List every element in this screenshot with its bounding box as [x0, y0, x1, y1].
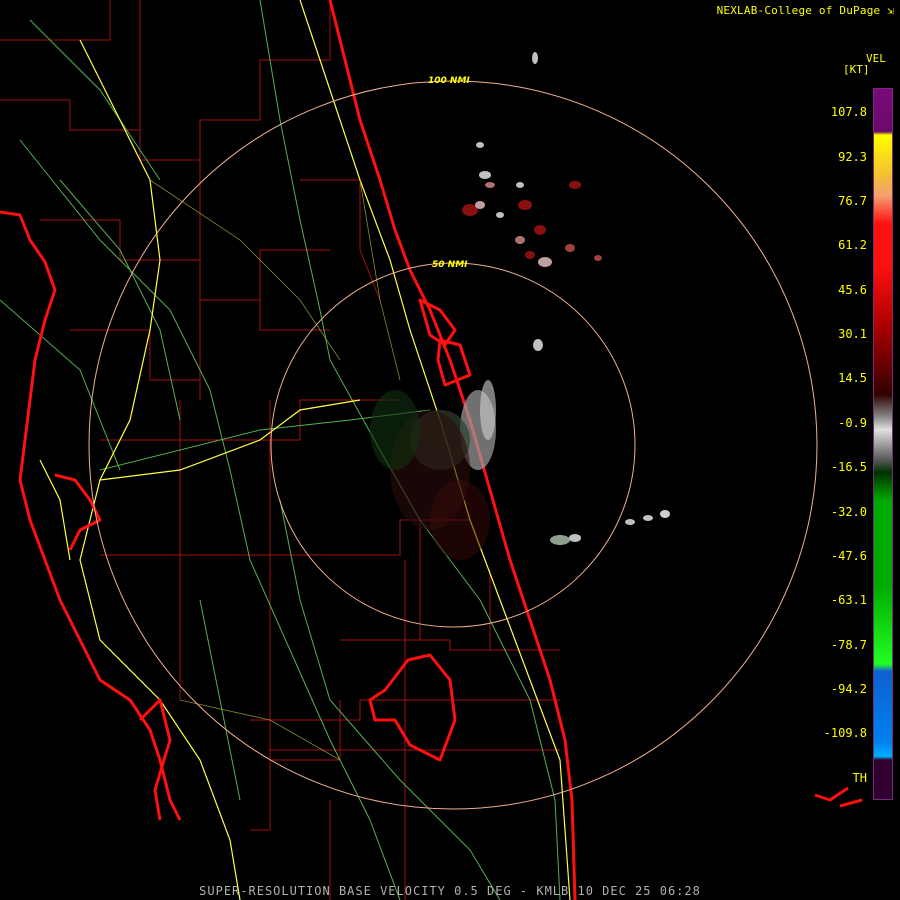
external-link-icon: ⇲: [887, 4, 894, 17]
radar-map: 100 NMI 50 NMI: [0, 0, 863, 900]
secondary-roads: [149, 179, 401, 761]
returns-near-radar: [370, 380, 496, 560]
tick-label: 14.5: [838, 371, 867, 385]
tick-label: -109.8: [823, 726, 867, 740]
velocity-returns: [370, 52, 670, 560]
tick-label: -63.1: [830, 593, 867, 607]
tick-label: 92.3: [838, 150, 867, 164]
credit-label[interactable]: NEXLAB-College of DuPage ⇲: [717, 4, 894, 17]
tick-label: -16.5: [830, 460, 867, 474]
tick-label: 45.6: [838, 283, 867, 297]
tick-label: 61.2: [838, 238, 867, 252]
tick-label-range-folded: TH: [852, 771, 867, 785]
unit-label: [KT]: [843, 63, 870, 76]
returns-northeast-cells: [462, 52, 602, 351]
returns-southeast-band: [550, 510, 670, 545]
product-footer: SUPER-RESOLUTION BASE VELOCITY 0.5 DEG -…: [199, 884, 701, 898]
tick-label: 30.1: [838, 327, 867, 341]
tick-label: -47.6: [830, 549, 867, 563]
tick-label: 107.8: [830, 105, 867, 119]
tick-label: -78.7: [830, 638, 867, 652]
ring-label-50nmi: 50 NMI: [432, 260, 468, 270]
tick-label: -94.2: [830, 682, 867, 696]
velocity-color-bar: [873, 88, 893, 800]
tick-label: -32.0: [830, 505, 867, 519]
tick-label: -0.9: [838, 416, 867, 430]
credit-text: NEXLAB-College of DuPage: [716, 4, 881, 17]
ring-label-100nmi: 100 NMI: [428, 76, 470, 86]
tick-label: 76.7: [838, 194, 867, 208]
